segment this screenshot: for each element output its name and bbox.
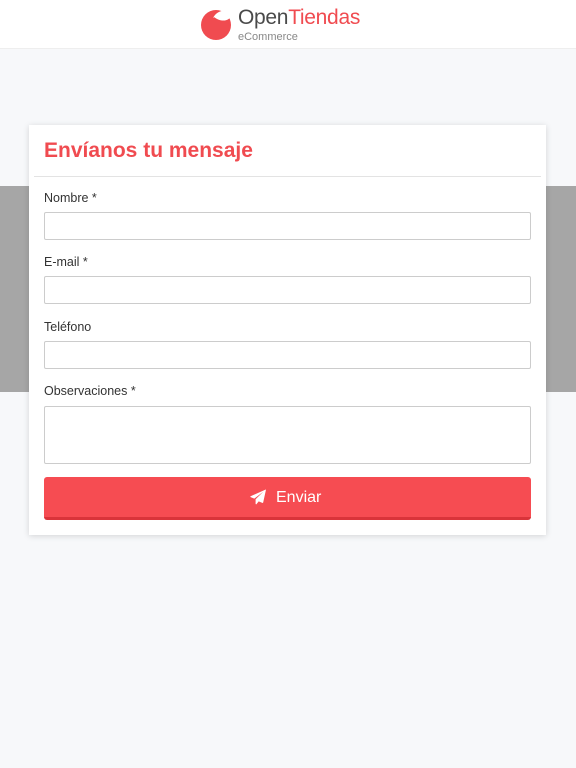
opentiendas-logo[interactable]: OpenTiendas eCommerce xyxy=(200,5,380,43)
send-button-label: Enviar xyxy=(276,489,322,506)
send-button[interactable]: Enviar xyxy=(44,477,531,520)
name-field[interactable] xyxy=(44,212,531,240)
name-label: Nombre * xyxy=(44,191,97,205)
logo-word-tiendas: Tiendas xyxy=(288,6,361,29)
phone-label: Teléfono xyxy=(44,320,92,334)
observations-field[interactable] xyxy=(44,406,531,464)
paper-plane-icon xyxy=(250,489,266,505)
observations-label: Observaciones * xyxy=(44,384,136,398)
circle-bite-logo-icon xyxy=(201,10,232,40)
title-divider xyxy=(34,176,541,177)
phone-field[interactable] xyxy=(44,341,531,369)
email-field[interactable] xyxy=(44,276,531,304)
site-header: OpenTiendas eCommerce xyxy=(0,0,576,49)
contact-form-card: Envíanos tu mensaje Nombre * E-mail * Te… xyxy=(29,125,546,535)
logo-word-open: Open xyxy=(238,6,289,29)
email-label: E-mail * xyxy=(44,255,88,269)
logo-wordmark: OpenTiendas xyxy=(238,5,360,31)
send-button-content: Enviar xyxy=(44,477,531,517)
form-title: Envíanos tu mensaje xyxy=(44,139,253,162)
logo-subtitle: eCommerce xyxy=(238,31,298,43)
